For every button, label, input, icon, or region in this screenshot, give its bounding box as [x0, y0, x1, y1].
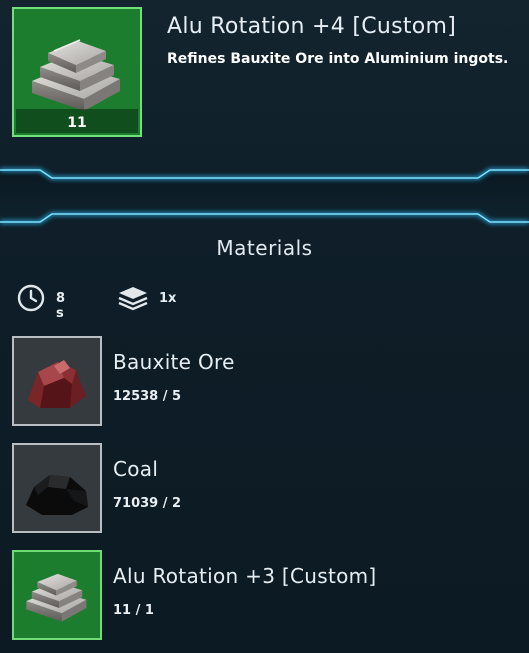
bauxite-ore-icon: [28, 360, 86, 408]
coal-icon: [26, 475, 88, 515]
layers-icon: [118, 287, 148, 311]
material-count: 12538 / 5: [113, 389, 182, 404]
craft-time: 8 s: [56, 291, 66, 321]
material-row[interactable]: Bauxite Ore 12538 / 5: [12, 336, 512, 428]
material-count: 11 / 1: [113, 603, 154, 618]
material-name: Alu Rotation +3 [Custom]: [113, 564, 377, 588]
recipe-header: 11 Alu Rotation +4 [Custom] Refines Baux…: [0, 0, 529, 165]
craft-multiplier: 1x: [159, 291, 177, 306]
item-description: Refines Bauxite Ore into Aluminium ingot…: [167, 51, 509, 67]
item-title: Alu Rotation +4 [Custom]: [167, 14, 457, 39]
material-slot[interactable]: [12, 550, 102, 640]
material-name: Bauxite Ore: [113, 350, 235, 374]
recipe-item-slot[interactable]: 11: [12, 7, 142, 137]
material-name: Coal: [113, 457, 159, 481]
aluminium-ingots-icon: [26, 573, 87, 622]
material-row[interactable]: Coal 71039 / 2: [12, 443, 512, 535]
clock-icon: [17, 284, 45, 312]
crafting-recipe-panel: 11 Alu Rotation +4 [Custom] Refines Baux…: [0, 0, 529, 653]
item-quantity: 11: [67, 115, 87, 131]
material-slot[interactable]: [12, 443, 102, 533]
glow-separator: [0, 160, 529, 230]
material-row[interactable]: Alu Rotation +3 [Custom] 11 / 1: [12, 550, 512, 642]
material-slot[interactable]: [12, 336, 102, 426]
materials-heading: Materials: [216, 236, 313, 260]
material-count: 71039 / 2: [113, 496, 182, 511]
